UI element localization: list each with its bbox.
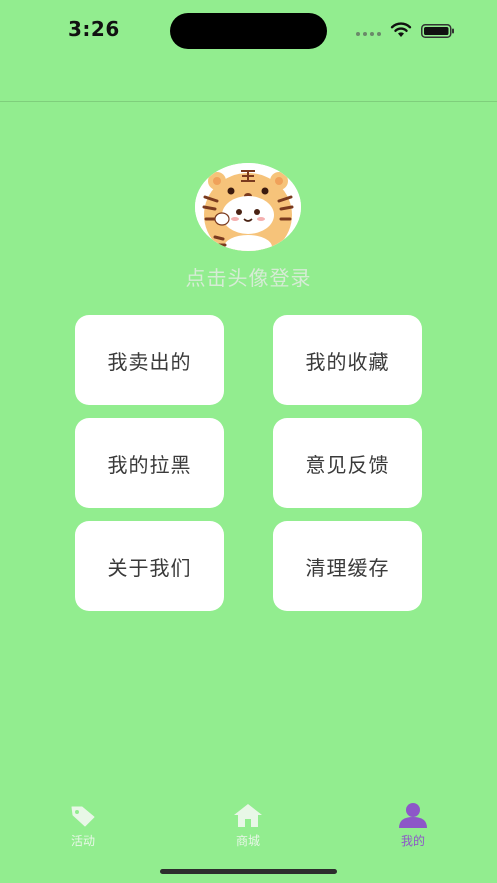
tag-icon bbox=[71, 806, 95, 827]
home-icon bbox=[234, 804, 262, 827]
tab-activity-label: 活动 bbox=[70, 834, 95, 848]
person-icon bbox=[399, 803, 427, 828]
tab-mall[interactable]: 商城 bbox=[208, 802, 288, 852]
menu-favorites-button[interactable]: 我的收藏 bbox=[273, 315, 422, 405]
menu-clear-cache-button[interactable]: 清理缓存 bbox=[273, 521, 422, 611]
battery-icon bbox=[421, 24, 454, 38]
login-prompt[interactable]: 点击头像登录 bbox=[0, 262, 497, 291]
tab-activity[interactable]: 活动 bbox=[43, 802, 123, 852]
menu-blocklist-button[interactable]: 我的拉黑 bbox=[75, 418, 224, 508]
cellular-signal-icon bbox=[356, 32, 381, 36]
tab-mine-label: 我的 bbox=[400, 834, 425, 848]
dynamic-island bbox=[170, 13, 327, 49]
avatar[interactable] bbox=[195, 163, 301, 251]
nav-bar-divider bbox=[0, 101, 497, 102]
menu-about-us-button[interactable]: 关于我们 bbox=[75, 521, 224, 611]
home-indicator[interactable] bbox=[160, 869, 337, 874]
tab-mine[interactable]: 我的 bbox=[373, 802, 453, 852]
status-time: 3:26 bbox=[68, 17, 120, 41]
wifi-icon bbox=[390, 22, 412, 37]
menu-sold-items-button[interactable]: 我卖出的 bbox=[75, 315, 224, 405]
status-bar: 3:26 bbox=[0, 0, 497, 62]
menu-feedback-button[interactable]: 意见反馈 bbox=[273, 418, 422, 508]
tiger-avatar-illustration bbox=[195, 163, 301, 251]
tab-mall-label: 商城 bbox=[235, 834, 260, 848]
